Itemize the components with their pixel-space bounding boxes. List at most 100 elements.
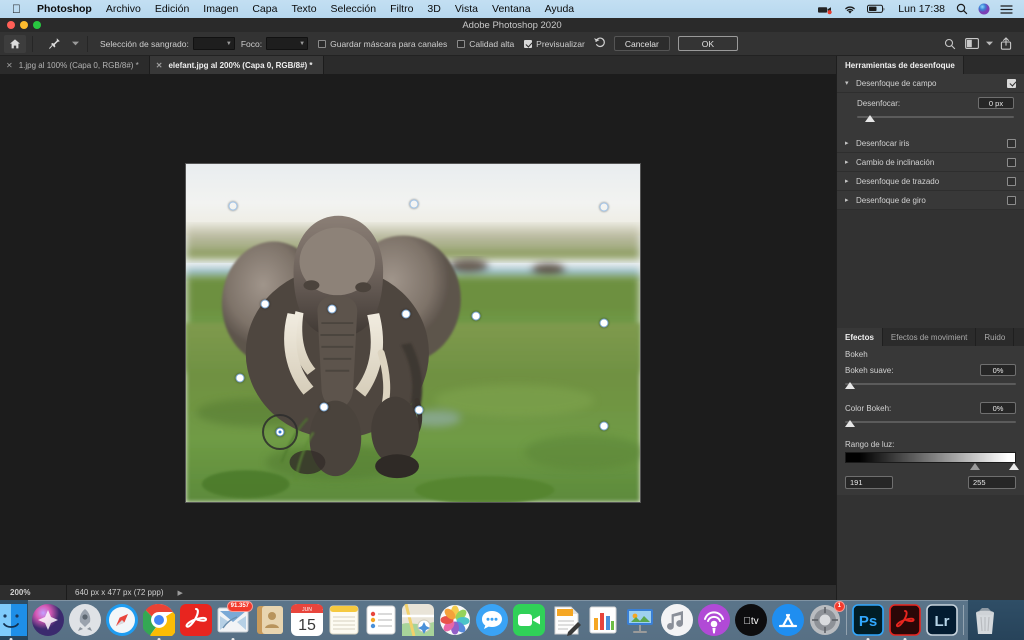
chevron-right-icon[interactable]: ▸: [845, 196, 856, 204]
tab-efectos[interactable]: Efectos: [837, 328, 883, 346]
wifi-icon[interactable]: [838, 4, 862, 15]
blur-pin[interactable]: [599, 202, 609, 212]
control-center-icon[interactable]: [995, 4, 1018, 15]
siri-icon[interactable]: [973, 3, 995, 15]
menu-item-texto[interactable]: Texto: [284, 3, 323, 15]
dock-item-keynote[interactable]: [624, 604, 656, 636]
high-quality-checkbox[interactable]: Calidad alta: [457, 39, 514, 49]
blur-pin-active[interactable]: [275, 427, 285, 437]
bleed-selection-dropdown[interactable]: ▼: [192, 37, 235, 50]
blur-pin[interactable]: [599, 421, 609, 431]
dock-item-photos[interactable]: [439, 604, 471, 636]
canvas-area[interactable]: [0, 74, 836, 584]
dock-item-notes[interactable]: [328, 604, 360, 636]
reset-arrow-icon[interactable]: [593, 36, 606, 51]
light-range-min-thumb[interactable]: [970, 463, 980, 470]
document-tab-1jpg[interactable]: ✕ 1.jpg al 100% (Capa 0, RGB/8#) *: [0, 56, 150, 74]
blur-pin[interactable]: [409, 199, 419, 209]
dock-item-system-preferences[interactable]: 1: [809, 601, 845, 636]
menu-item-capa[interactable]: Capa: [245, 3, 284, 15]
chevron-down-icon[interactable]: ▾: [845, 79, 856, 87]
chevron-right-icon[interactable]: ▸: [845, 177, 856, 185]
blur-pin[interactable]: [319, 402, 329, 412]
focus-dropdown[interactable]: ▼: [266, 37, 309, 50]
dock-item-chrome[interactable]: [143, 604, 175, 640]
dock-item-siri[interactable]: [32, 604, 64, 636]
document-image-elephant[interactable]: [185, 163, 641, 503]
blur-pin-tool-icon[interactable]: [43, 35, 65, 53]
chevron-right-icon[interactable]: ▸: [845, 139, 856, 147]
blur-group-checkbox[interactable]: [1007, 78, 1016, 88]
color-bokeh-value-field[interactable]: 0%: [980, 402, 1016, 414]
menu-item-vista[interactable]: Vista: [448, 3, 485, 15]
slider-thumb[interactable]: [845, 420, 855, 427]
dock-item-photoshop[interactable]: Ps: [852, 604, 884, 640]
blur-group-desenfoque-de-campo[interactable]: ▾ Desenfoque de campo: [837, 74, 1024, 93]
dock-item-pages[interactable]: [550, 604, 582, 636]
chevron-down-icon[interactable]: [984, 35, 994, 53]
dock-item-mail[interactable]: 91.357: [217, 601, 253, 640]
preview-checkbox[interactable]: Previsualizar: [524, 39, 585, 49]
tab-efectos-de-movimiento[interactable]: Efectos de movimient: [883, 328, 977, 346]
search-icon[interactable]: [940, 35, 960, 53]
blur-pin[interactable]: [599, 318, 609, 328]
menu-item-3d[interactable]: 3D: [420, 3, 447, 15]
dock-item-numbers[interactable]: [587, 604, 619, 636]
chevron-right-icon[interactable]: ▸: [845, 158, 856, 166]
blur-group-checkbox[interactable]: [1007, 195, 1016, 205]
blur-group-desenfoque-de-giro[interactable]: ▸ Desenfoque de giro: [837, 191, 1024, 210]
document-tab-elefantjpg[interactable]: ✕ elefant.jpg al 200% (Capa 0, RGB/8#) *: [149, 56, 324, 74]
dock-item-trash[interactable]: [969, 604, 1001, 636]
home-icon[interactable]: [4, 34, 26, 53]
blur-group-checkbox[interactable]: [1007, 138, 1016, 148]
menubar-clock[interactable]: Lun 17:38: [892, 3, 951, 15]
ok-button[interactable]: OK: [677, 36, 738, 51]
slider-thumb[interactable]: [865, 115, 875, 122]
apple-logo-icon[interactable]: : [12, 3, 21, 15]
close-icon[interactable]: ✕: [6, 61, 13, 70]
dock-item-maps[interactable]: [402, 604, 434, 636]
bokeh-suave-value-field[interactable]: 0%: [980, 364, 1016, 376]
chevron-right-icon[interactable]: ▶: [172, 589, 183, 597]
share-icon[interactable]: [996, 35, 1016, 53]
desenfocar-value-field[interactable]: 0 px: [978, 97, 1014, 109]
tab-ruido[interactable]: Ruido: [976, 328, 1015, 346]
blur-group-desenfocar-iris[interactable]: ▸ Desenfocar iris: [837, 134, 1024, 153]
menu-item-photoshop[interactable]: Photoshop: [30, 3, 99, 15]
dock-item-facetime[interactable]: [513, 604, 545, 636]
dock-item-appletv[interactable]: tv: [735, 604, 767, 636]
light-range-min-field[interactable]: 191: [845, 476, 893, 489]
blur-group-checkbox[interactable]: [1007, 157, 1016, 167]
blur-pin[interactable]: [260, 299, 270, 309]
dock-item-acrobat-reader[interactable]: [180, 604, 212, 636]
color-bokeh-slider-track[interactable]: [845, 419, 1016, 431]
menu-item-ventana[interactable]: Ventana: [485, 3, 538, 15]
spotlight-search-icon[interactable]: [951, 3, 973, 15]
battery-icon[interactable]: [862, 4, 892, 14]
dock-item-podcasts[interactable]: [698, 604, 730, 636]
dock-item-itunes[interactable]: [661, 604, 693, 636]
camera-recording-icon[interactable]: [813, 4, 838, 15]
dock-item-launchpad[interactable]: [69, 604, 101, 636]
menu-item-archivo[interactable]: Archivo: [99, 3, 148, 15]
dock-item-reminders[interactable]: [365, 604, 397, 636]
dock-item-appstore[interactable]: [772, 604, 804, 636]
blur-group-desenfoque-de-trazado[interactable]: ▸ Desenfoque de trazado: [837, 172, 1024, 191]
menu-item-filtro[interactable]: Filtro: [383, 3, 420, 15]
menu-item-ayuda[interactable]: Ayuda: [538, 3, 582, 15]
menu-item-seleccion[interactable]: Selección: [324, 3, 384, 15]
dock-item-finder[interactable]: [0, 604, 27, 640]
light-range-gradient[interactable]: [845, 452, 1016, 463]
tab-herramientas-de-desenfoque[interactable]: Herramientas de desenfoque: [837, 56, 964, 74]
dock-item-safari[interactable]: [106, 604, 138, 636]
cancel-button[interactable]: Cancelar: [613, 36, 670, 51]
blur-pin[interactable]: [414, 405, 424, 415]
desenfocar-slider-track[interactable]: [857, 114, 1014, 126]
blur-group-checkbox[interactable]: [1007, 176, 1016, 186]
blur-pin[interactable]: [471, 311, 481, 321]
dock-item-acrobat[interactable]: [889, 604, 921, 640]
close-icon[interactable]: ✕: [156, 61, 163, 70]
menu-item-edicion[interactable]: Edición: [148, 3, 196, 15]
dock-item-contacts[interactable]: [254, 604, 286, 636]
light-range-max-thumb[interactable]: [1009, 463, 1019, 470]
